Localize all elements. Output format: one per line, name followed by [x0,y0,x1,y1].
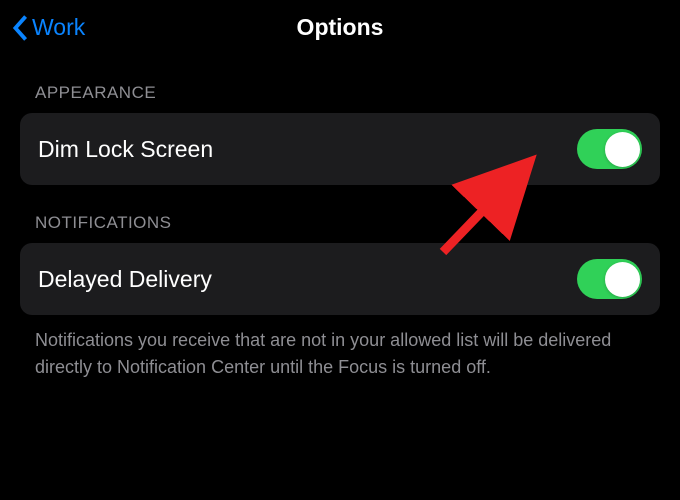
dim-lock-screen-label: Dim Lock Screen [38,136,213,163]
notifications-section-header: NOTIFICATIONS [0,185,680,243]
notifications-footer-text: Notifications you receive that are not i… [0,315,680,381]
dim-lock-screen-row: Dim Lock Screen [20,113,660,185]
delayed-delivery-label: Delayed Delivery [38,266,212,293]
dim-lock-screen-toggle[interactable] [577,129,642,169]
appearance-section-header: APPEARANCE [0,55,680,113]
chevron-left-icon [12,14,29,42]
navigation-bar: Work Options [0,0,680,55]
toggle-knob [605,262,640,297]
back-label: Work [32,14,85,41]
page-title: Options [297,14,384,41]
toggle-knob [605,132,640,167]
back-button[interactable]: Work [12,14,85,42]
delayed-delivery-toggle[interactable] [577,259,642,299]
delayed-delivery-row: Delayed Delivery [20,243,660,315]
